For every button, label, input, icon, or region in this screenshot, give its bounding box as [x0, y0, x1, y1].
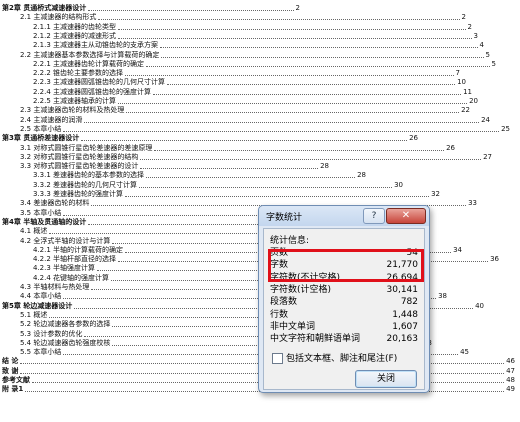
- toc-entry-page: 49: [506, 385, 515, 394]
- stat-value: 1,448: [392, 309, 418, 320]
- toc-leader-dots: [140, 158, 482, 160]
- stat-value: 20,163: [386, 334, 419, 345]
- toc-leader-dots: [146, 177, 356, 179]
- include-textboxes-label[interactable]: 包括文本框、脚注和尾注(F): [286, 351, 397, 364]
- toc-leader-dots: [167, 84, 456, 86]
- stat-row: 段落数 782: [270, 296, 418, 309]
- toc-leader-dots: [153, 93, 462, 95]
- toc-leader-dots: [88, 10, 294, 11]
- stat-label: 字符数(计空格): [270, 284, 332, 295]
- stat-value: 30,141: [386, 284, 419, 295]
- dialog-title: 字数统计: [266, 213, 303, 223]
- toc-leader-dots: [63, 130, 500, 132]
- toc-leader-dots: [84, 121, 480, 123]
- dialog-titlebar[interactable]: 字数统计 ? ✕: [259, 206, 429, 226]
- include-textboxes-checkbox[interactable]: [272, 353, 283, 364]
- toc-leader-dots: [125, 75, 454, 77]
- word-count-dialog: 字数统计 ? ✕ 统计信息: 页数 54 字数 21,770 字符数(不计空格) 26,6…: [258, 205, 430, 393]
- stat-label: 中文字符和朝鲜语单词: [270, 334, 361, 345]
- toc-leader-dots: [118, 28, 466, 30]
- toc-leader-dots: [81, 140, 408, 142]
- close-icon[interactable]: ✕: [386, 208, 426, 224]
- toc-leader-dots: [154, 149, 445, 151]
- toc-leader-dots: [139, 186, 393, 188]
- stat-label: 非中文单词: [270, 321, 316, 332]
- dialog-body: 统计信息: 页数 54 字数 21,770 字符数(不计空格) 26,694 字符数(计空格…: [263, 228, 425, 390]
- stat-row: 字符数(计空格) 30,141: [270, 284, 418, 297]
- stat-row: 非中文单词 1,607: [270, 321, 418, 334]
- toc-leader-dots: [125, 196, 430, 197]
- toc-leader-dots: [118, 103, 468, 104]
- toc-leader-dots: [146, 65, 490, 67]
- toc-leader-dots: [161, 56, 484, 58]
- toc-leader-dots: [126, 112, 460, 114]
- statistics-label: 统计信息:: [270, 236, 310, 246]
- toc-leader-dots: [118, 37, 472, 39]
- toc-leader-dots: [160, 47, 478, 49]
- stat-label: 行数: [270, 309, 289, 320]
- toc-leader-dots: [140, 168, 319, 170]
- help-button[interactable]: ?: [363, 208, 385, 224]
- highlight-annotation: [268, 249, 424, 282]
- stat-label: 段落数: [270, 297, 298, 308]
- stat-value: 1,607: [392, 321, 418, 332]
- toc-entry-title: 附 录1: [2, 385, 24, 394]
- stat-value: 782: [400, 297, 418, 308]
- toc-leader-dots: [98, 19, 460, 21]
- stat-row: 行数 1,448: [270, 309, 418, 322]
- close-button[interactable]: 关闭: [355, 370, 417, 388]
- stat-row: 中文字符和朝鲜语单词 20,163: [270, 333, 418, 346]
